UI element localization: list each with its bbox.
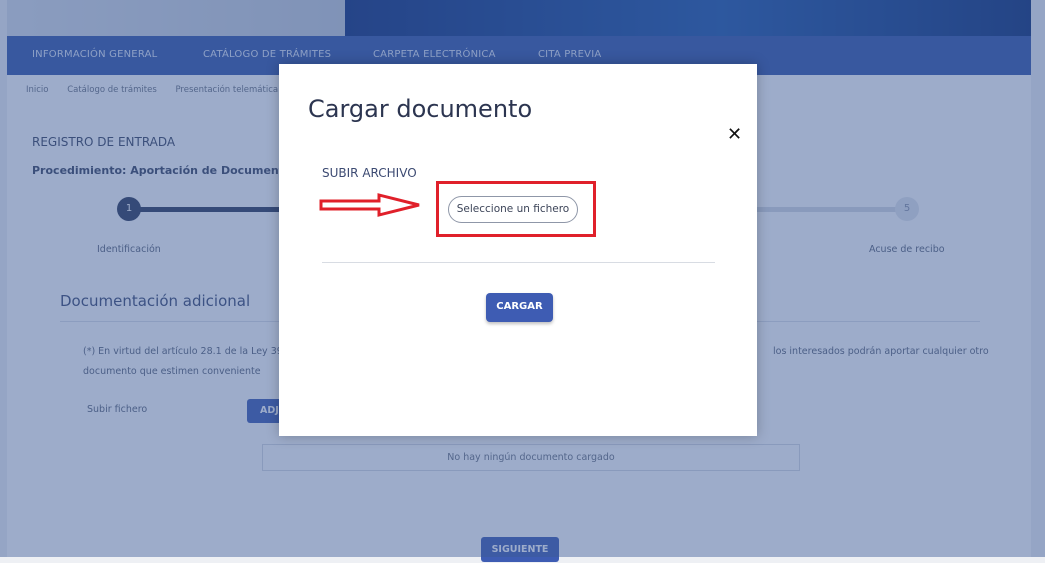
red-arrow-icon	[319, 193, 420, 217]
modal-divider	[322, 262, 715, 263]
upload-label: SUBIR ARCHIVO	[322, 166, 417, 180]
upload-submit-button[interactable]: CARGAR	[486, 293, 553, 322]
close-icon[interactable]: ✕	[727, 124, 742, 145]
upload-modal: Cargar documento ✕ SUBIR ARCHIVO Selecci…	[279, 64, 757, 436]
modal-title: Cargar documento	[308, 95, 533, 123]
select-file-button[interactable]: Seleccione un fichero	[448, 196, 578, 223]
